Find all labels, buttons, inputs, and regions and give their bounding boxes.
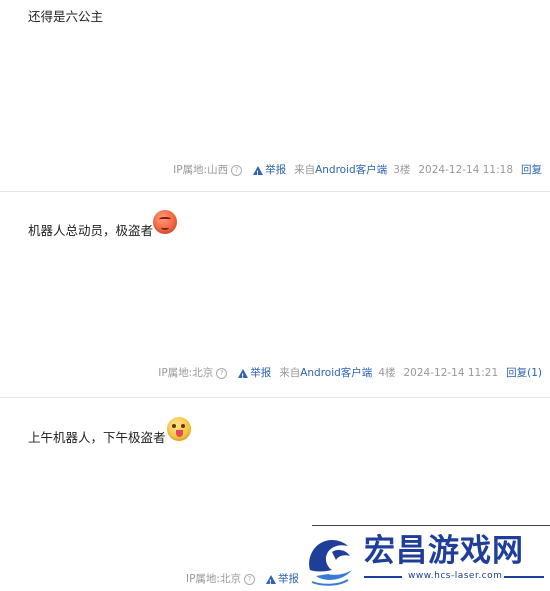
post-meta: IP属地:北京 ? 举报 [186, 572, 299, 590]
report-label: 举报 [277, 573, 299, 585]
warning-icon [238, 368, 249, 384]
watermark-underline-right [504, 576, 544, 578]
source-prefix: 来自 [294, 164, 316, 176]
report-label: 举报 [250, 367, 272, 379]
source-prefix: 来自 [279, 367, 301, 379]
angry-face-icon [153, 210, 177, 234]
watermark-brand: 宏昌游戏网 [364, 533, 524, 569]
report-button[interactable]: 举报 [253, 163, 287, 181]
post-time: 2024-12-14 11:21 [403, 367, 499, 379]
post-content: 还得是六公主 [28, 9, 104, 24]
help-icon[interactable]: ? [243, 573, 255, 585]
report-button[interactable]: 举报 [238, 366, 272, 384]
help-icon[interactable]: ? [216, 367, 228, 379]
ip-location: IP属地:北京 [158, 367, 214, 379]
post-content: 上午机器人，下午极盗者 [28, 430, 166, 445]
warning-icon [265, 574, 276, 590]
post-meta: IP属地:山西 ? 举报 来自 Android客户端 3楼 2024-12-14… [173, 163, 542, 181]
report-button[interactable]: 举报 [265, 572, 299, 590]
watermark-url: www.hcs-laser.com [408, 571, 503, 581]
floor-number: 3楼 [393, 164, 411, 176]
floor-number: 4楼 [378, 367, 396, 379]
help-icon[interactable]: ? [231, 164, 243, 176]
ip-location: IP属地:山西 [173, 164, 229, 176]
reply-button[interactable]: 回复 [521, 163, 542, 177]
post-time: 2024-12-14 11:18 [418, 164, 513, 176]
post-content: 机器人总动员，极盗者 [28, 223, 154, 238]
client-link[interactable]: Android客户端 [315, 163, 387, 177]
report-label: 举报 [265, 164, 287, 176]
ip-location: IP属地:北京 [186, 573, 241, 585]
dragon-wave-icon [309, 540, 352, 586]
watermark: 宏昌游戏网 www.hcs-laser.com [300, 524, 550, 591]
watermark-underline-left [364, 576, 402, 578]
post-meta: IP属地:北京 ? 举报 来自 Android客户端 4楼 2024-12-14… [158, 366, 542, 384]
reply-button[interactable]: 回复(1) [506, 366, 542, 380]
client-link[interactable]: Android客户端 [300, 366, 372, 380]
watermark-divider [312, 525, 550, 526]
tongue-out-face-icon [167, 417, 191, 441]
warning-icon [253, 165, 264, 181]
